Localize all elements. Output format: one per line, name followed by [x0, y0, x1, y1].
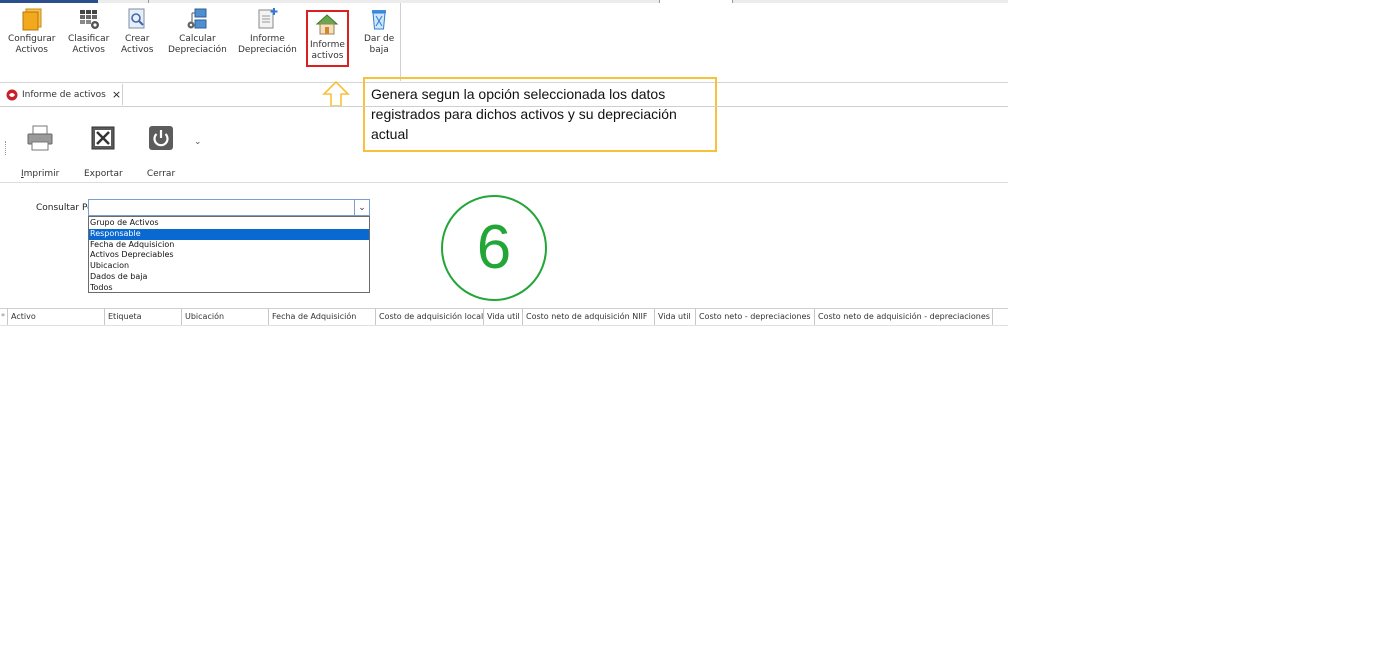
- document-add-icon: [258, 8, 278, 29]
- clasificar-activos-label: Clasificar Activos: [68, 34, 110, 55]
- configurar-activos-label: Configurar Activos: [8, 34, 56, 55]
- imprimir-label: Imprimir: [21, 169, 59, 179]
- crear-activos-button[interactable]: Crear Activos: [121, 7, 154, 56]
- option-grupo-de-activos[interactable]: Grupo de Activos: [89, 218, 369, 229]
- consultar-por-options: Grupo de Activos Responsable Fecha de Ad…: [88, 216, 370, 293]
- dar-de-baja-button[interactable]: Dar de baja: [364, 7, 394, 56]
- clasificar-activos-button[interactable]: Clasificar Activos: [68, 7, 109, 56]
- column-header-costo-neto-niif[interactable]: Costo neto de adquisición NIIF: [523, 309, 655, 325]
- folder-stack-icon: [22, 8, 42, 31]
- chevron-down-icon[interactable]: ⌄: [354, 200, 369, 215]
- informe-depreciacion-label: Informe Depreciación: [238, 34, 297, 55]
- exportar-button[interactable]: Exportar: [84, 123, 123, 179]
- option-activos-depreciables[interactable]: Activos Depreciables: [89, 250, 369, 261]
- column-header-costo-neto-depreciaciones[interactable]: Costo neto - depreciaciones: [696, 309, 815, 325]
- step-number-badge: 6: [441, 195, 547, 301]
- configurar-activos-button[interactable]: Configurar Activos: [8, 7, 56, 56]
- option-ubicacion[interactable]: Ubicacion: [89, 261, 369, 272]
- column-header-vida-util-niif[interactable]: Vida util: [655, 309, 696, 325]
- option-fecha-de-adquisicion[interactable]: Fecha de Adquisicion: [89, 240, 369, 251]
- informe-activos-button[interactable]: Informe activos: [306, 10, 349, 67]
- grid-gear-icon: [79, 10, 99, 29]
- ribbon-toolbar: Configurar Activos Clasificar Activos Cr…: [0, 3, 1008, 83]
- excel-icon: [91, 126, 115, 150]
- report-toolbar: Imprimir Exportar Cerrar ⌄: [0, 107, 1008, 183]
- close-icon[interactable]: ×: [112, 88, 121, 101]
- step-number: 6: [476, 213, 512, 282]
- cerrar-button[interactable]: Cerrar: [146, 123, 176, 179]
- column-header-costo-adquisicion-local[interactable]: Costo de adquisición local: [376, 309, 484, 325]
- imprimir-button[interactable]: Imprimir: [21, 123, 59, 179]
- printer-icon: [27, 125, 53, 151]
- house-icon: [316, 14, 339, 35]
- imprimir-label-rest: mprimir: [23, 169, 60, 179]
- column-header-ubicacion[interactable]: Ubicación: [182, 309, 269, 325]
- informe-depreciacion-button[interactable]: Informe Depreciación: [238, 7, 297, 56]
- exportar-label: Exportar: [84, 169, 123, 179]
- calcular-depreciacion-label: Calcular Depreciación: [168, 34, 227, 55]
- document-search-icon: [128, 8, 145, 29]
- option-responsable[interactable]: Responsable: [89, 228, 369, 240]
- toolbar-grip[interactable]: [5, 141, 8, 155]
- column-header-activo[interactable]: Activo: [8, 309, 105, 325]
- column-header-fecha-adquisicion[interactable]: Fecha de Adquisición: [269, 309, 376, 325]
- dar-de-baja-label: Dar de baja: [364, 34, 395, 55]
- option-dados-de-baja[interactable]: Dados de baja: [89, 272, 369, 283]
- chevron-down-icon[interactable]: ⌄: [194, 137, 202, 147]
- recycle-bin-icon: [372, 10, 387, 30]
- column-header-etiqueta[interactable]: Etiqueta: [105, 309, 182, 325]
- crear-activos-label: Crear Activos: [121, 34, 154, 55]
- new-row-marker: *: [0, 309, 8, 325]
- ribbon-group-divider: [400, 3, 401, 81]
- column-header-costo-neto-adquisicion-depreciaciones[interactable]: Costo neto de adquisición - depreciacion…: [815, 309, 993, 325]
- tab-informe-de-activos[interactable]: Informe de activos ×: [0, 84, 123, 105]
- document-tab-strip: Informe de activos ×: [0, 84, 1008, 107]
- column-header-vida-util[interactable]: Vida util: [484, 309, 523, 325]
- tab-label: Informe de activos: [22, 89, 106, 100]
- option-todos[interactable]: Todos: [89, 283, 369, 294]
- cerrar-label: Cerrar: [146, 169, 176, 179]
- consultar-por-select[interactable]: ⌄: [88, 199, 370, 216]
- informe-activos-label: Informe activos: [310, 40, 345, 61]
- power-icon: [149, 126, 173, 150]
- app-logo-icon: [6, 89, 18, 100]
- calcular-depreciacion-button[interactable]: Calcular Depreciación: [168, 7, 227, 56]
- assets-grid-header: * Activo Etiqueta Ubicación Fecha de Adq…: [0, 308, 1008, 326]
- network-gear-icon: [187, 8, 207, 29]
